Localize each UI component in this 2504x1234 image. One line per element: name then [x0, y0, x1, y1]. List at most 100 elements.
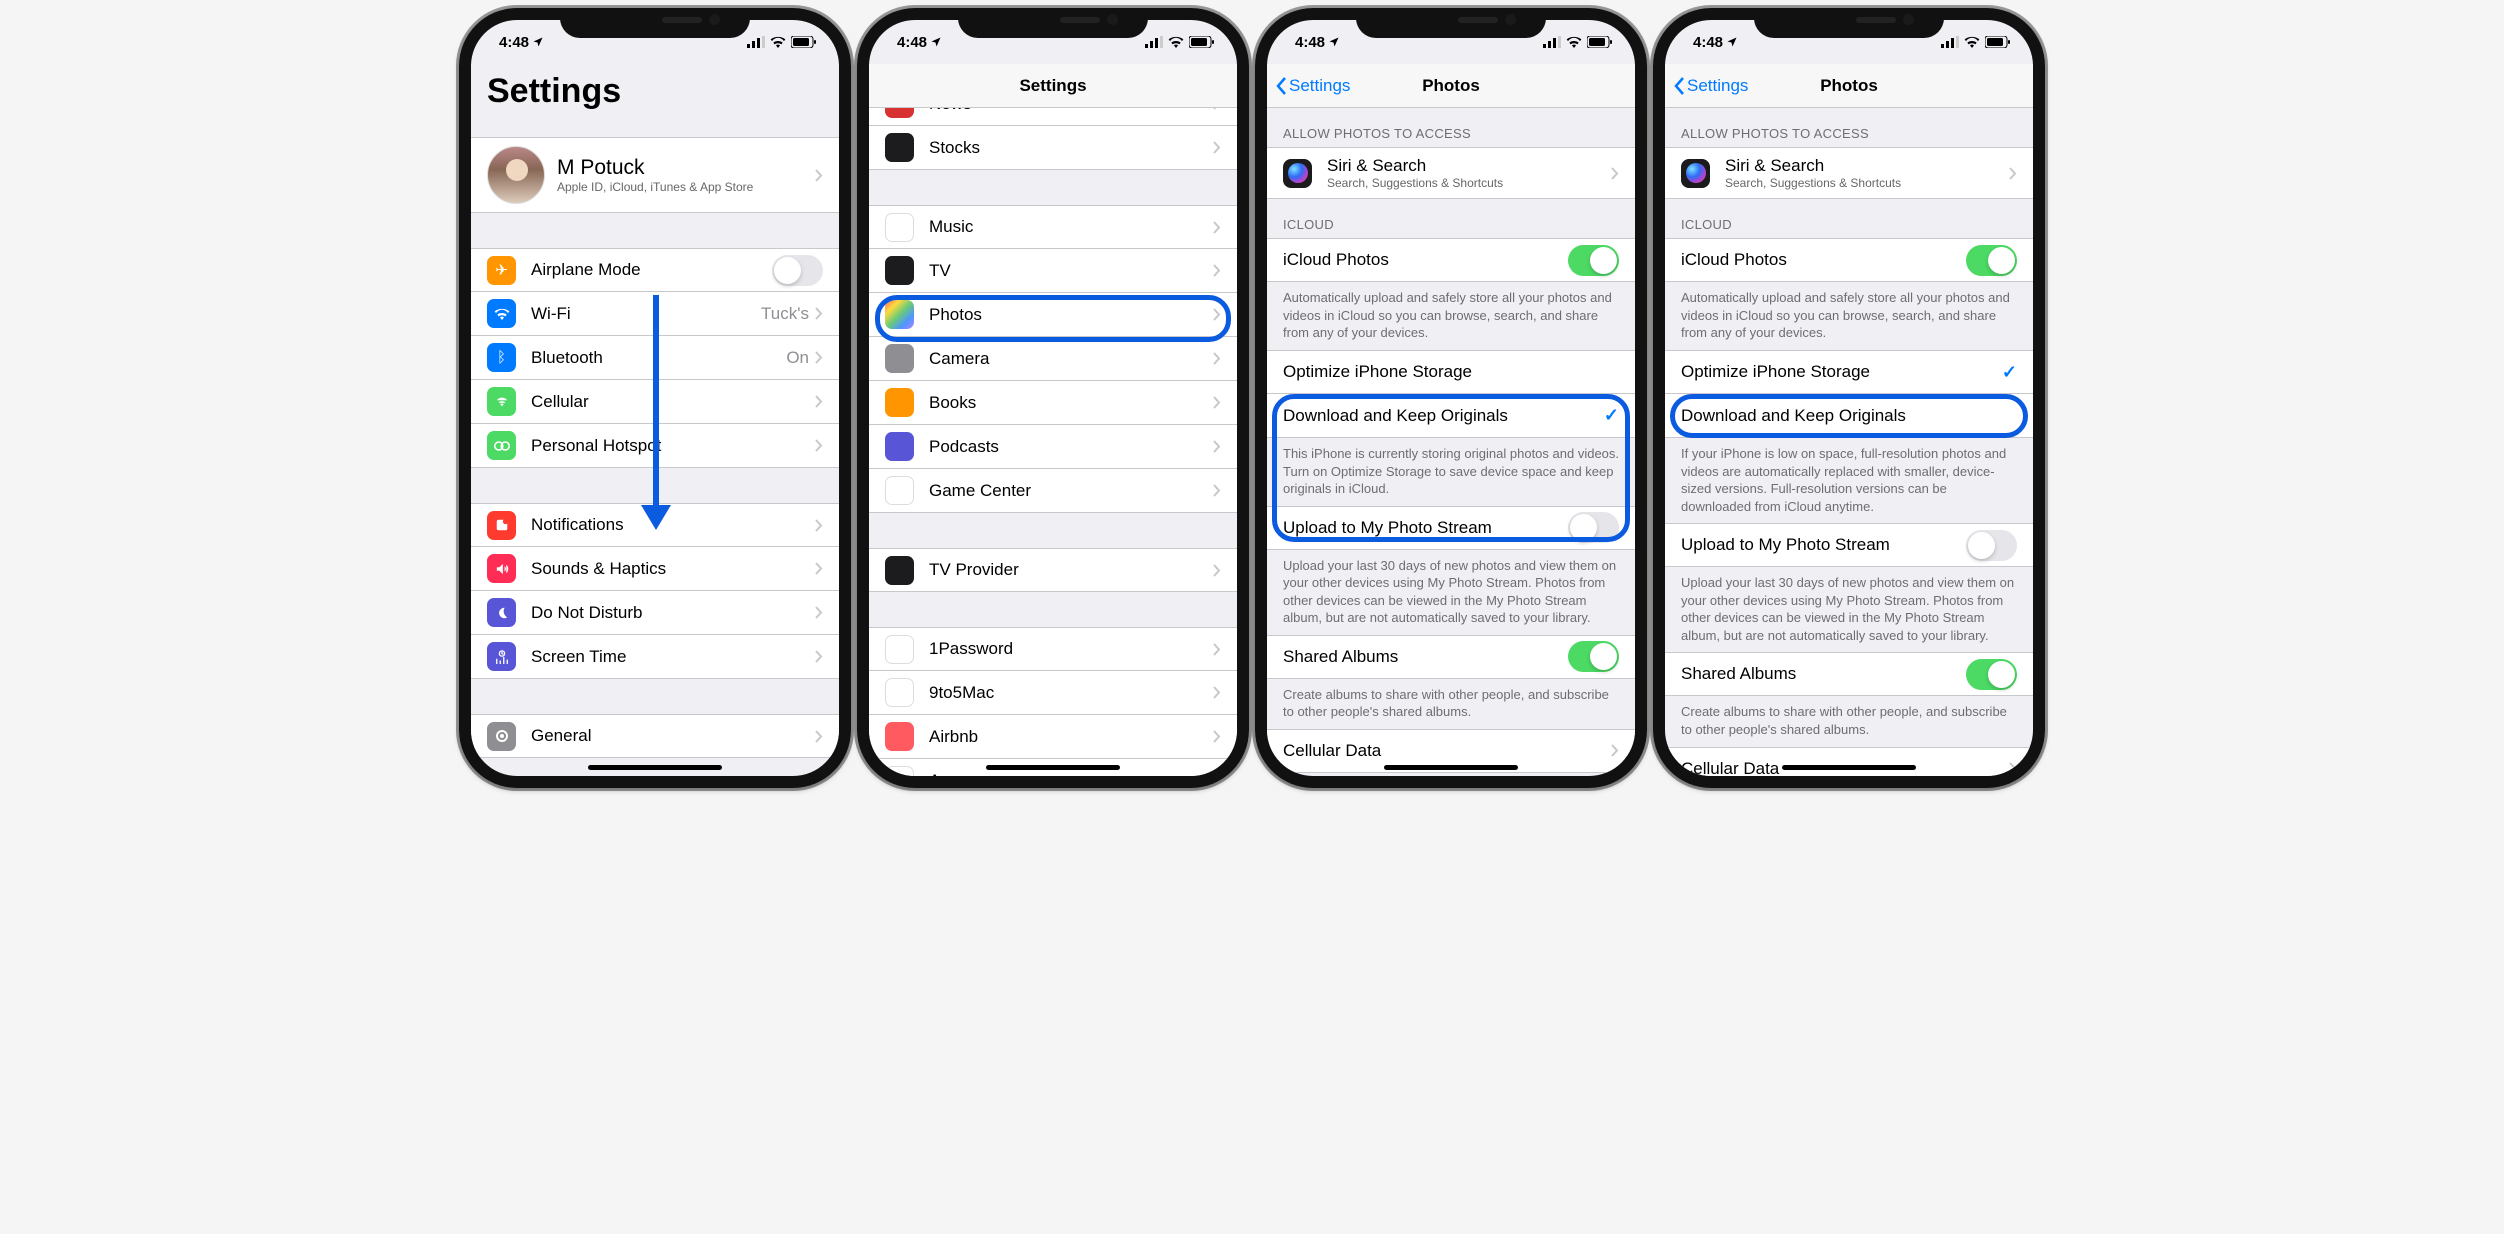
app-icon — [885, 300, 914, 329]
airplane-toggle[interactable] — [772, 255, 823, 286]
icloud-desc: Automatically upload and safely store al… — [1665, 282, 2033, 350]
settings-row-books[interactable]: Books — [869, 381, 1237, 425]
download-originals-row[interactable]: Download and Keep Originals✓ — [1267, 394, 1635, 438]
settings-row-stocks[interactable]: Stocks — [869, 126, 1237, 170]
page-title: Settings — [471, 64, 839, 119]
account-sub: Apple ID, iCloud, iTunes & App Store — [557, 180, 815, 194]
app-icon — [885, 388, 914, 417]
settings-row-sounds[interactable]: Sounds & Haptics — [471, 547, 839, 591]
chevron-right-icon — [1213, 564, 1221, 577]
chevron-right-icon — [2009, 762, 2017, 775]
cellular-icon — [487, 387, 516, 416]
icloud-photos-toggle[interactable] — [1568, 245, 1619, 276]
apple-id-row[interactable]: M Potuck Apple ID, iCloud, iTunes & App … — [471, 137, 839, 213]
settings-row-9to5mac[interactable]: 9to5Mac — [869, 671, 1237, 715]
home-indicator[interactable] — [1782, 765, 1916, 770]
optimize-row[interactable]: Optimize iPhone Storage✓ — [1665, 350, 2033, 394]
app-icon — [885, 678, 914, 707]
settings-row-camera[interactable]: Camera — [869, 337, 1237, 381]
scroll-down-arrow — [631, 295, 681, 535]
notch — [560, 8, 750, 38]
siri-icon — [1681, 159, 1710, 188]
settings-row-general[interactable]: General — [471, 714, 839, 758]
status-time: 4:48 — [499, 34, 529, 51]
hotspot-icon — [487, 431, 516, 460]
chevron-right-icon — [1611, 744, 1619, 757]
icloud-photos-row[interactable]: iCloud Photos — [1267, 238, 1635, 282]
settings-row-game-center[interactable]: Game Center — [869, 469, 1237, 513]
phone-3: 4:48 Settings Photos ALLOW PHOTOS TO ACC… — [1255, 8, 1647, 788]
settings-row-news[interactable]: News — [869, 108, 1237, 126]
home-indicator[interactable] — [1384, 765, 1518, 770]
wifi-icon — [1168, 36, 1184, 48]
icloud-photos-row[interactable]: iCloud Photos — [1665, 238, 2033, 282]
back-button[interactable]: Settings — [1673, 76, 1748, 96]
settings-row-1password[interactable]: 1Password — [869, 627, 1237, 671]
wifi-icon — [1566, 36, 1582, 48]
allow-section-header: ALLOW PHOTOS TO ACCESS — [1267, 108, 1635, 147]
location-icon — [532, 36, 544, 48]
chevron-right-icon — [1213, 108, 1221, 110]
screentime-icon — [487, 642, 516, 671]
status-time: 4:48 — [1693, 34, 1723, 51]
cellular-data-row[interactable]: Cellular Data — [1665, 747, 2033, 777]
settings-row-screentime[interactable]: Screen Time — [471, 635, 839, 679]
icloud-section-header: ICLOUD — [1665, 199, 2033, 238]
shared-albums-row[interactable]: Shared Albums — [1267, 635, 1635, 679]
allow-section-header: ALLOW PHOTOS TO ACCESS — [1665, 108, 2033, 147]
chevron-right-icon — [1213, 141, 1221, 154]
back-button[interactable]: Settings — [1275, 76, 1350, 96]
icloud-section-header: ICLOUD — [1267, 199, 1635, 238]
wifi-icon — [1964, 36, 1980, 48]
chevron-right-icon — [1213, 221, 1221, 234]
home-indicator[interactable] — [588, 765, 722, 770]
app-icon — [885, 432, 914, 461]
shared-albums-toggle[interactable] — [1568, 641, 1619, 672]
battery-icon — [1587, 36, 1613, 48]
chevron-right-icon — [815, 169, 823, 182]
settings-row-dnd[interactable]: Do Not Disturb — [471, 591, 839, 635]
wifi-icon — [770, 36, 786, 48]
photostream-desc: Upload your last 30 days of new photos a… — [1665, 567, 2033, 652]
chevron-right-icon — [1213, 484, 1221, 497]
signal-icon — [1145, 36, 1163, 48]
shared-albums-toggle[interactable] — [1966, 659, 2017, 690]
chevron-right-icon — [815, 351, 823, 364]
chevron-right-icon — [815, 730, 823, 743]
settings-row-photos[interactable]: Photos — [869, 293, 1237, 337]
settings-row-podcasts[interactable]: Podcasts — [869, 425, 1237, 469]
nav-bar: Settings Photos — [1665, 64, 2033, 108]
icloud-photos-toggle[interactable] — [1966, 245, 2017, 276]
settings-row-music[interactable]: Music — [869, 205, 1237, 249]
download-originals-row[interactable]: Download and Keep Originals — [1665, 394, 2033, 438]
photostream-row[interactable]: Upload to My Photo Stream — [1665, 523, 2033, 567]
photostream-toggle[interactable] — [1966, 530, 2017, 561]
battery-icon — [791, 36, 817, 48]
home-indicator[interactable] — [986, 765, 1120, 770]
app-icon — [885, 133, 914, 162]
settings-row-tv-provider[interactable]: TV Provider — [869, 548, 1237, 592]
optimize-row[interactable]: Optimize iPhone Storage — [1267, 350, 1635, 394]
settings-row-airplane[interactable]: ✈︎ Airplane Mode — [471, 248, 839, 292]
status-time: 4:48 — [1295, 34, 1325, 51]
general-icon — [487, 722, 516, 751]
phone-1: 4:48 Settings M Potuck Apple ID, iCloud,… — [459, 8, 851, 788]
settings-row-tv[interactable]: TV — [869, 249, 1237, 293]
siri-search-row[interactable]: Siri & SearchSearch, Suggestions & Short… — [1267, 147, 1635, 199]
app-icon — [885, 476, 914, 505]
location-icon — [1726, 36, 1738, 48]
nav-title: Photos — [1820, 76, 1878, 96]
wifi-settings-icon — [487, 299, 516, 328]
shared-albums-row[interactable]: Shared Albums — [1665, 652, 2033, 696]
photostream-row[interactable]: Upload to My Photo Stream — [1267, 506, 1635, 550]
settings-row-airbnb[interactable]: Airbnb — [869, 715, 1237, 759]
battery-icon — [1985, 36, 2011, 48]
siri-search-row[interactable]: Siri & SearchSearch, Suggestions & Short… — [1665, 147, 2033, 199]
status-time: 4:48 — [897, 34, 927, 51]
chevron-right-icon — [815, 562, 823, 575]
chevron-right-icon — [815, 307, 823, 320]
nav-title: Photos — [1422, 76, 1480, 96]
photostream-toggle[interactable] — [1568, 512, 1619, 543]
app-icon — [885, 556, 914, 585]
sounds-icon — [487, 554, 516, 583]
